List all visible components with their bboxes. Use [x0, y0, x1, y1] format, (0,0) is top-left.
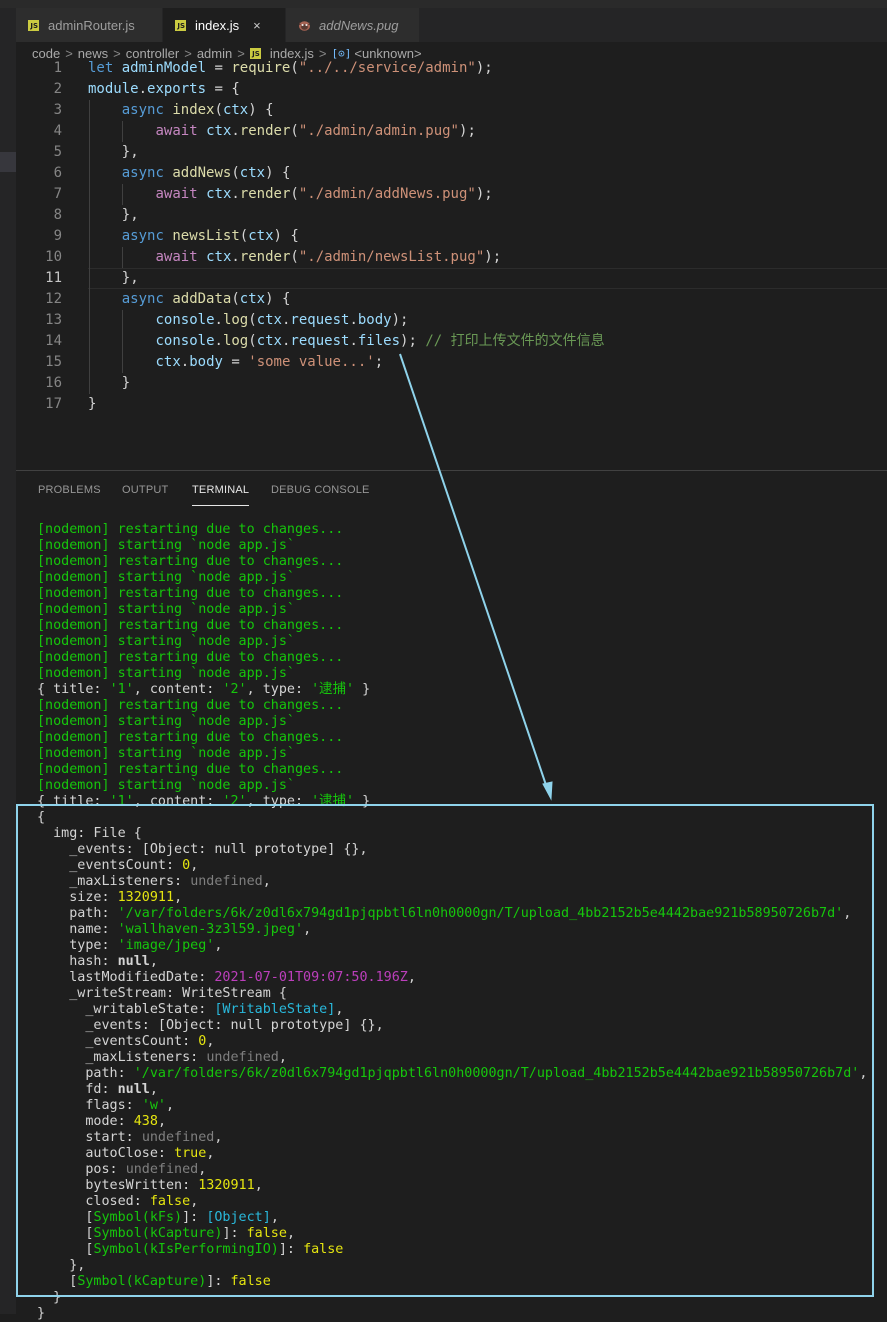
annotation-arrow — [399, 353, 553, 801]
